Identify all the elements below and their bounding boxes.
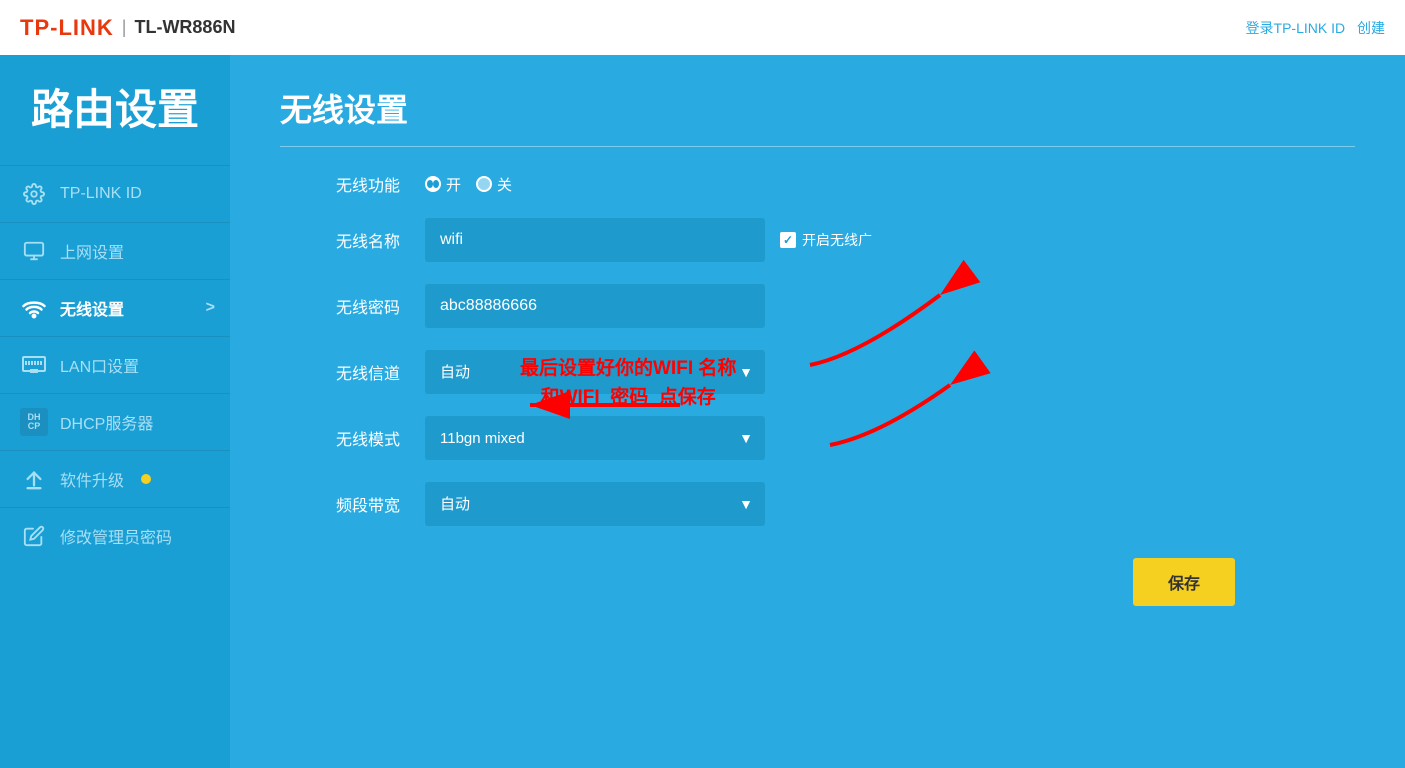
main-content: 无线设置 无线功能 开 关 无线名称 xyxy=(230,55,1405,768)
wireless-off-label: 关 xyxy=(497,174,512,195)
password-control xyxy=(425,284,765,328)
wifi-icon xyxy=(20,294,48,322)
mode-label: 无线模式 xyxy=(280,426,400,450)
wireless-function-control: 开 关 xyxy=(425,174,512,195)
ssid-input[interactable] xyxy=(425,218,765,262)
bandwidth-label: 频段带宽 xyxy=(280,492,400,516)
header-right: 登录TP-LINK ID 创建 xyxy=(1238,18,1385,38)
logo-separator: | xyxy=(122,17,127,38)
wireless-function-row: 无线功能 开 关 xyxy=(280,172,1355,196)
sidebar-title: 路由设置 xyxy=(0,55,230,165)
logo-brand: TP-LINK xyxy=(20,15,114,41)
sidebar: 路由设置 TP-LINK ID 上网设置 xyxy=(0,55,230,768)
gear-icon xyxy=(20,180,48,208)
sidebar-label-upgrade: 软件升级 xyxy=(60,467,124,491)
channel-select-wrapper: 自动 123611 ▼ xyxy=(425,350,765,394)
sidebar-item-password[interactable]: 修改管理员密码 xyxy=(0,507,230,564)
radio-off-dot xyxy=(476,176,492,192)
sidebar-label-internet: 上网设置 xyxy=(60,239,124,263)
wireless-on-option[interactable]: 开 xyxy=(425,174,461,195)
channel-row: 无线信道 自动 123611 ▼ xyxy=(280,350,1355,394)
radio-on-dot xyxy=(425,176,441,192)
password-input[interactable] xyxy=(425,284,765,328)
sidebar-label-lan: LAN口设置 xyxy=(60,353,139,377)
channel-control: 自动 123611 ▼ xyxy=(425,350,765,394)
broadcast-checkbox-label[interactable]: ✓ 开启无线广 xyxy=(780,230,872,250)
layout: 路由设置 TP-LINK ID 上网设置 xyxy=(0,55,1405,768)
chevron-right-icon: > xyxy=(206,299,215,317)
save-button[interactable]: 保存 xyxy=(1133,558,1235,606)
mode-select-wrapper: 11bgn mixed 11b only 11g only 11n only ▼ xyxy=(425,416,765,460)
channel-select[interactable]: 自动 123611 xyxy=(425,350,765,394)
edit-icon xyxy=(20,522,48,550)
password-row: 无线密码 xyxy=(280,284,1355,328)
check-mark: ✓ xyxy=(783,233,793,247)
wireless-on-label: 开 xyxy=(446,174,461,195)
sidebar-item-upgrade[interactable]: 软件升级 xyxy=(0,450,230,507)
sidebar-label-tplink-id: TP-LINK ID xyxy=(60,185,142,203)
sidebar-label-wireless: 无线设置 xyxy=(60,296,124,320)
broadcast-label-text: 开启无线广 xyxy=(802,230,872,250)
login-link[interactable]: 登录TP-LINK ID xyxy=(1246,20,1346,36)
sidebar-item-dhcp[interactable]: DH CP DHCP服务器 xyxy=(0,393,230,450)
bandwidth-select[interactable]: 自动 20MHz 40MHz xyxy=(425,482,765,526)
upgrade-icon xyxy=(20,465,48,493)
sidebar-item-lan[interactable]: LAN口设置 xyxy=(0,336,230,393)
ssid-control: ✓ 开启无线广 xyxy=(425,218,872,262)
upgrade-dot xyxy=(141,474,151,484)
header: TP-LINK | TL-WR886N 登录TP-LINK ID 创建 xyxy=(0,0,1405,55)
sidebar-item-wireless[interactable]: 无线设置 > xyxy=(0,279,230,336)
page-title: 无线设置 xyxy=(280,85,1355,147)
mode-control: 11bgn mixed 11b only 11g only 11n only ▼ xyxy=(425,416,765,460)
sidebar-label-password: 修改管理员密码 xyxy=(60,524,172,548)
sidebar-item-tplink-id[interactable]: TP-LINK ID xyxy=(0,165,230,222)
bandwidth-control: 自动 20MHz 40MHz ▼ xyxy=(425,482,765,526)
lan-icon xyxy=(20,351,48,379)
logo-model: TL-WR886N xyxy=(134,17,235,38)
sidebar-item-internet[interactable]: 上网设置 xyxy=(0,222,230,279)
sidebar-label-dhcp: DHCP服务器 xyxy=(60,410,153,434)
broadcast-checkbox[interactable]: ✓ xyxy=(780,232,796,248)
bandwidth-row: 频段带宽 自动 20MHz 40MHz ▼ xyxy=(280,482,1355,526)
ssid-row: 无线名称 ✓ 开启无线广 xyxy=(280,218,1355,262)
dhcp-icon: DH CP xyxy=(20,408,48,436)
register-link[interactable]: 创建 xyxy=(1357,20,1385,36)
mode-row: 无线模式 11bgn mixed 11b only 11g only 11n o… xyxy=(280,416,1355,460)
logo: TP-LINK | TL-WR886N xyxy=(20,15,235,41)
monitor-icon xyxy=(20,237,48,265)
ssid-label: 无线名称 xyxy=(280,228,400,252)
mode-select[interactable]: 11bgn mixed 11b only 11g only 11n only xyxy=(425,416,765,460)
bandwidth-select-wrapper: 自动 20MHz 40MHz ▼ xyxy=(425,482,765,526)
wireless-off-option[interactable]: 关 xyxy=(476,174,512,195)
wireless-function-label: 无线功能 xyxy=(280,172,400,196)
password-label: 无线密码 xyxy=(280,294,400,318)
channel-label: 无线信道 xyxy=(280,360,400,384)
wireless-form: 无线功能 开 关 无线名称 xyxy=(280,172,1355,526)
